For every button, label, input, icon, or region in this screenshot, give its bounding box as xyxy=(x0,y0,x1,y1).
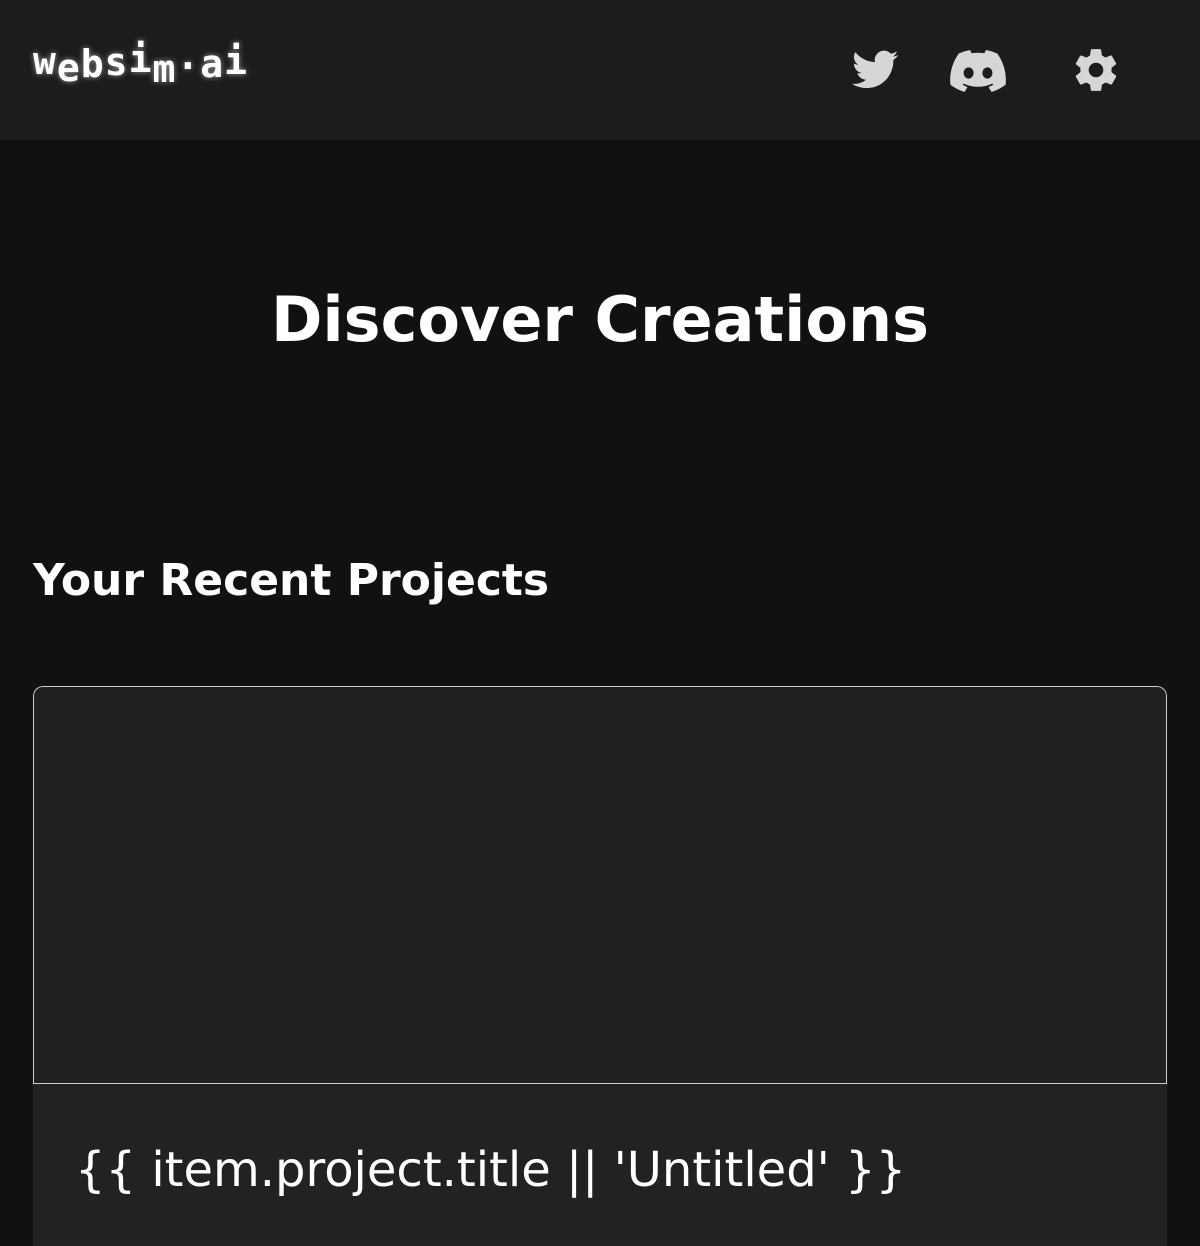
twitter-bird-icon xyxy=(852,50,899,89)
discord-icon[interactable] xyxy=(950,50,1006,92)
recent-projects-heading: Your Recent Projects xyxy=(33,555,550,606)
logo-letter: i xyxy=(224,39,249,83)
logo-letter: s xyxy=(104,40,129,84)
settings-icon[interactable] xyxy=(1071,45,1121,95)
twitter-icon[interactable] xyxy=(852,50,899,90)
project-title: {{ item.project.title || 'Untitled' }} xyxy=(75,1142,907,1198)
logo-letter: m xyxy=(152,47,177,91)
logo-letter: w xyxy=(33,39,57,83)
gear-icon xyxy=(1075,49,1117,91)
discord-logo-icon xyxy=(950,50,1006,92)
page-title: Discover Creations xyxy=(270,283,930,356)
logo-letter: b xyxy=(80,42,105,86)
logo-letter: i xyxy=(128,37,153,81)
logo-letter: e xyxy=(56,46,81,90)
project-card[interactable]: {{ item.project.title || 'Untitled' }} xyxy=(33,686,1167,1246)
top-navigation-bar: websim·ai xyxy=(0,0,1200,140)
websim-logo[interactable]: websim·ai xyxy=(33,37,249,98)
logo-letter: · xyxy=(176,44,201,88)
logo-letter: a xyxy=(200,42,225,86)
project-thumbnail xyxy=(33,686,1167,1084)
